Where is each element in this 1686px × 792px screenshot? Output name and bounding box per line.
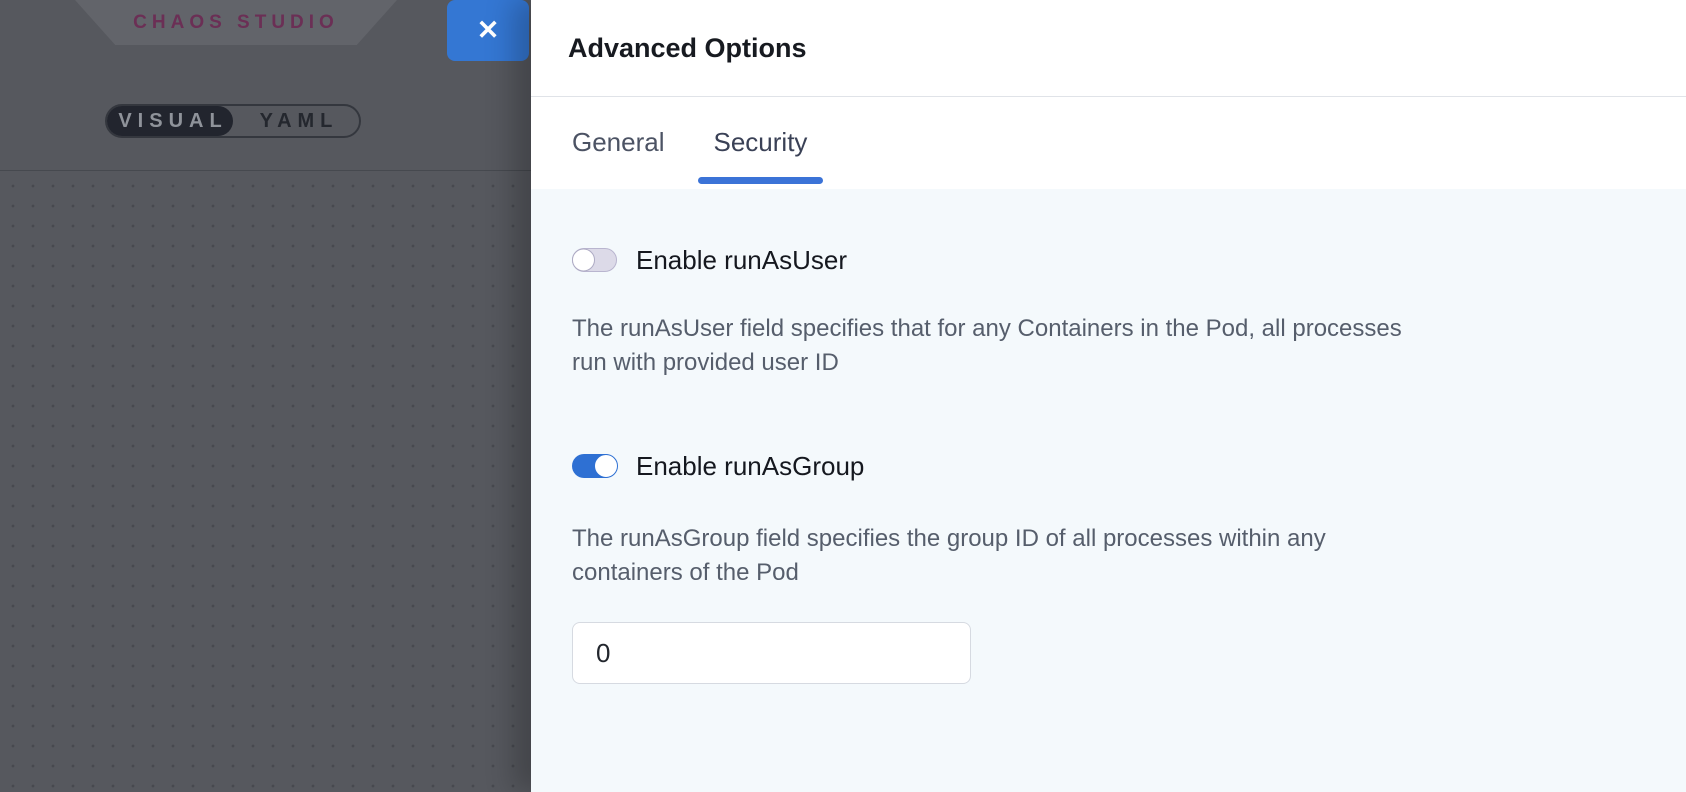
- dimmed-backdrop: CHAOS STUDIO VISUAL YAML: [0, 0, 531, 792]
- yaml-tab[interactable]: YAML: [233, 106, 359, 136]
- run-as-user-label: Enable runAsUser: [636, 245, 847, 276]
- drawer-header: Advanced Options: [531, 0, 1686, 97]
- close-drawer-button[interactable]: ✕: [447, 0, 529, 61]
- toggle-knob: [572, 249, 595, 272]
- visual-yaml-toggle[interactable]: VISUAL YAML: [105, 104, 361, 138]
- security-tab-content: Enable runAsUser The runAsUser field spe…: [531, 189, 1686, 792]
- chaos-studio-label: CHAOS STUDIO: [133, 12, 339, 34]
- toggle-knob: [594, 454, 618, 478]
- visual-tab[interactable]: VISUAL: [107, 106, 233, 136]
- run-as-group-value-input[interactable]: [572, 622, 971, 684]
- run-as-user-toggle[interactable]: [572, 248, 617, 272]
- tab-security[interactable]: Security: [698, 97, 824, 188]
- run-as-group-label: Enable runAsGroup: [636, 451, 864, 482]
- run-as-group-row: Enable runAsGroup: [572, 452, 1626, 480]
- tab-general[interactable]: General: [556, 97, 681, 188]
- drawer-title: Advanced Options: [568, 33, 807, 64]
- run-as-user-description: The runAsUser field specifies that for a…: [572, 312, 1626, 380]
- advanced-options-drawer: Advanced Options General Security Enable…: [531, 0, 1686, 792]
- run-as-group-toggle[interactable]: [572, 454, 617, 478]
- chaos-studio-banner: CHAOS STUDIO: [75, 0, 397, 45]
- run-as-user-row: Enable runAsUser: [572, 246, 1626, 274]
- canvas-header-divider: [0, 170, 531, 171]
- close-icon: ✕: [477, 17, 500, 44]
- drawer-tabs: General Security: [531, 97, 1686, 188]
- workflow-canvas: [0, 171, 531, 792]
- run-as-group-description: The runAsGroup field specifies the group…: [572, 522, 1626, 590]
